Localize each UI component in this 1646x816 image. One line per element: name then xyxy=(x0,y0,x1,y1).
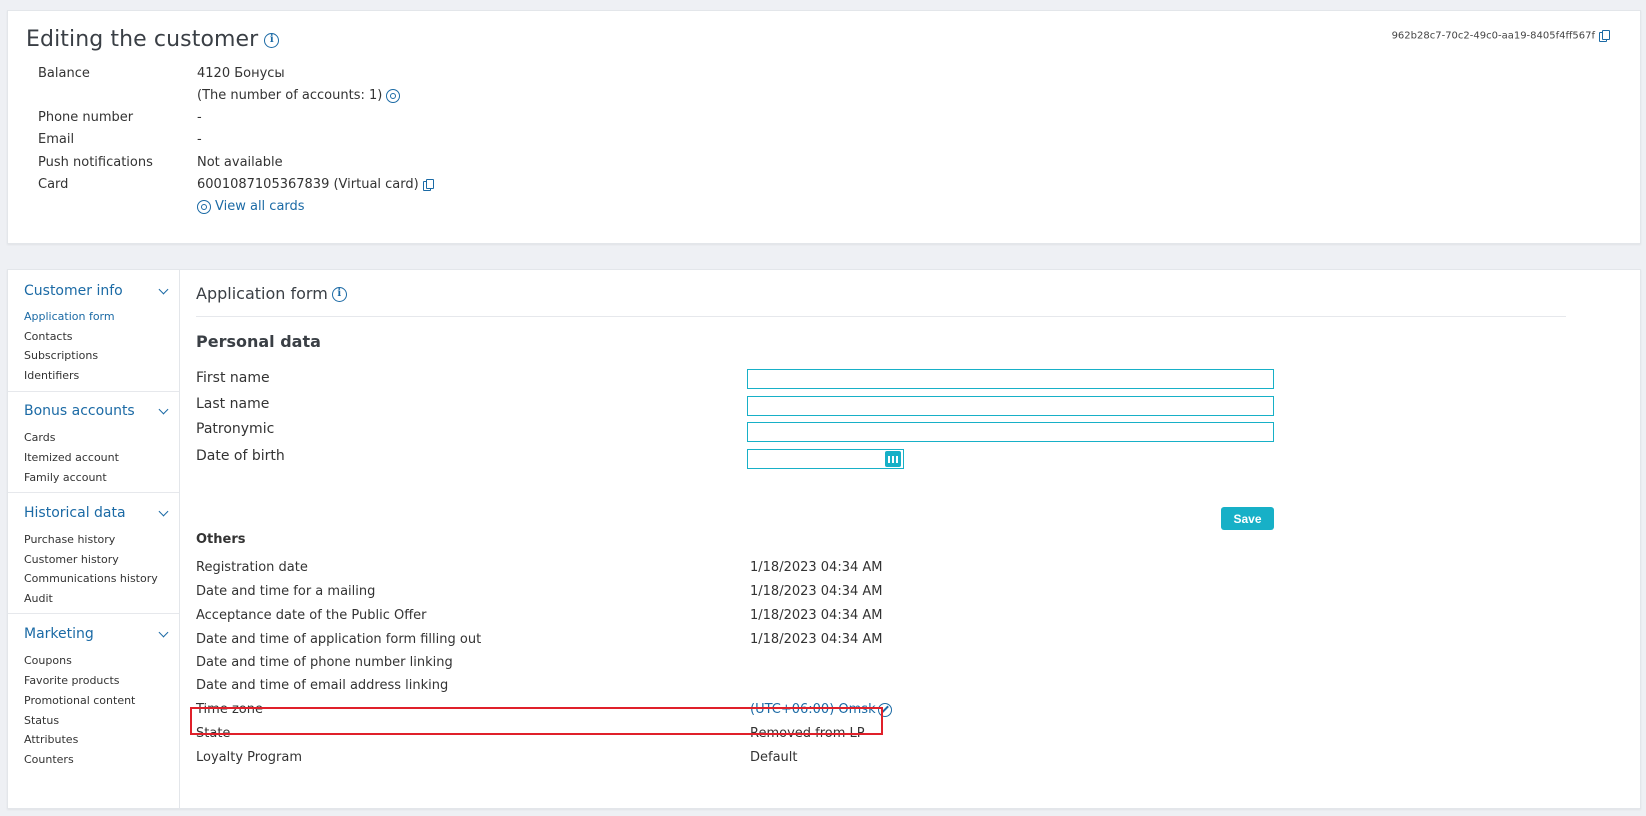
loyalty-program-label: Loyalty Program xyxy=(196,750,303,765)
sidebar-item-identifiers[interactable]: Identifiers xyxy=(24,369,79,382)
balance-value: 4120 Бонусы xyxy=(197,66,285,81)
sidebar-item-communications-history[interactable]: Communications history xyxy=(24,572,158,585)
content-area: Application form i Personal data First na… xyxy=(180,270,1640,808)
loyalty-program-value: Default xyxy=(750,750,798,765)
form-filling-date-value: 1/18/2023 04:34 AM xyxy=(750,632,883,647)
chevron-down-icon[interactable] xyxy=(158,404,169,415)
date-of-birth-input[interactable] xyxy=(747,449,904,469)
public-offer-date-label: Acceptance date of the Public Offer xyxy=(196,608,427,623)
sidebar-group-bonus-accounts[interactable]: Bonus accounts xyxy=(24,403,135,419)
card-value: 6001087105367839 (Virtual card) xyxy=(197,177,434,192)
push-value: Not available xyxy=(197,155,283,170)
email-label: Email xyxy=(38,132,75,147)
phone-linking-date-label: Date and time of phone number linking xyxy=(196,655,453,670)
last-name-label: Last name xyxy=(196,396,270,412)
application-form-title-text: Application form xyxy=(196,284,328,303)
phone-value: - xyxy=(197,110,202,125)
accounts-count-text: (The number of accounts: 1) xyxy=(197,88,383,103)
copy-icon[interactable] xyxy=(1599,30,1610,42)
page-title-text: Editing the customer xyxy=(26,27,259,52)
sidebar-item-purchase-history[interactable]: Purchase history xyxy=(24,533,115,546)
sidebar-item-application-form[interactable]: Application form xyxy=(24,310,115,323)
info-icon[interactable]: i xyxy=(331,287,347,302)
time-zone-link[interactable]: (UTC+06:00) Omsk xyxy=(750,702,876,717)
sidebar-group-marketing[interactable]: Marketing xyxy=(24,626,94,642)
push-label: Push notifications xyxy=(38,155,153,170)
form-filling-date-label: Date and time of application form fillin… xyxy=(196,632,482,647)
sidebar-item-contacts[interactable]: Contacts xyxy=(24,330,73,343)
search-icon xyxy=(197,199,211,214)
calendar-icon[interactable] xyxy=(885,451,901,467)
mailing-date-label: Date and time for a mailing xyxy=(196,584,376,599)
customer-guid-text: 962b28c7-70c2-49c0-aa19-8405f4ff567f xyxy=(1391,30,1595,42)
mailing-date-value: 1/18/2023 04:34 AM xyxy=(750,584,883,599)
sidebar-group-customer-info[interactable]: Customer info xyxy=(24,283,123,299)
accounts-count: (The number of accounts: 1) xyxy=(197,88,401,103)
sidebar-item-favorite-products[interactable]: Favorite products xyxy=(24,674,120,687)
time-zone-value: (UTC+06:00) Omsk xyxy=(750,702,892,717)
phone-label: Phone number xyxy=(38,110,134,125)
search-icon[interactable] xyxy=(386,88,401,103)
sidebar-item-subscriptions[interactable]: Subscriptions xyxy=(24,349,98,362)
chevron-down-icon[interactable] xyxy=(158,506,169,517)
balance-label: Balance xyxy=(38,66,90,81)
sidebar-item-audit[interactable]: Audit xyxy=(24,592,53,605)
sidebar-item-coupons[interactable]: Coupons xyxy=(24,654,72,667)
others-title: Others xyxy=(196,532,246,547)
view-all-cards-label: View all cards xyxy=(215,199,305,214)
public-offer-date-value: 1/18/2023 04:34 AM xyxy=(750,608,883,623)
last-name-input[interactable] xyxy=(747,396,1274,416)
sidebar-divider xyxy=(8,391,179,392)
date-of-birth-label: Date of birth xyxy=(196,448,285,464)
sidebar-item-counters[interactable]: Counters xyxy=(24,753,74,766)
first-name-label: First name xyxy=(196,370,270,386)
sidebar: Customer info Application form Contacts … xyxy=(8,270,180,808)
divider xyxy=(196,316,1566,317)
time-zone-label: Time zone xyxy=(196,702,263,717)
customer-summary-card: Editing the customer i 962b28c7-70c2-49c0… xyxy=(7,10,1641,244)
sidebar-divider xyxy=(8,492,179,493)
email-linking-date-label: Date and time of email address linking xyxy=(196,678,449,693)
card-label: Card xyxy=(38,177,69,192)
state-value: Removed from LP xyxy=(750,726,865,741)
customer-guid: 962b28c7-70c2-49c0-aa19-8405f4ff567f xyxy=(1391,30,1610,42)
patronymic-input[interactable] xyxy=(747,422,1274,442)
sidebar-item-itemized-account[interactable]: Itemized account xyxy=(24,451,119,464)
card-value-text: 6001087105367839 (Virtual card) xyxy=(197,177,419,192)
patronymic-label: Patronymic xyxy=(196,421,275,437)
personal-data-title: Personal data xyxy=(196,332,321,351)
info-icon[interactable]: i xyxy=(264,32,280,48)
sidebar-group-historical-data[interactable]: Historical data xyxy=(24,505,126,521)
state-label: State xyxy=(196,726,231,741)
sidebar-item-customer-history[interactable]: Customer history xyxy=(24,553,119,566)
copy-icon[interactable] xyxy=(422,179,434,191)
application-form-title: Application form i xyxy=(196,284,347,303)
sidebar-item-status[interactable]: Status xyxy=(24,714,59,727)
email-value: - xyxy=(197,132,202,147)
chevron-down-icon[interactable] xyxy=(158,284,169,295)
registration-date-value: 1/18/2023 04:34 AM xyxy=(750,560,883,575)
view-all-cards-link[interactable]: View all cards xyxy=(197,199,305,214)
chevron-down-icon[interactable] xyxy=(158,627,169,638)
sidebar-item-cards[interactable]: Cards xyxy=(24,431,55,444)
page-title: Editing the customer i xyxy=(26,27,280,52)
save-button[interactable]: Save xyxy=(1221,507,1274,530)
main-card: Customer info Application form Contacts … xyxy=(7,269,1641,809)
registration-date-label: Registration date xyxy=(196,560,308,575)
sidebar-item-family-account[interactable]: Family account xyxy=(24,471,107,484)
first-name-input[interactable] xyxy=(747,369,1274,389)
sidebar-divider xyxy=(8,613,179,614)
edit-icon[interactable] xyxy=(877,702,892,717)
sidebar-item-promotional-content[interactable]: Promotional content xyxy=(24,694,135,707)
sidebar-item-attributes[interactable]: Attributes xyxy=(24,733,78,746)
